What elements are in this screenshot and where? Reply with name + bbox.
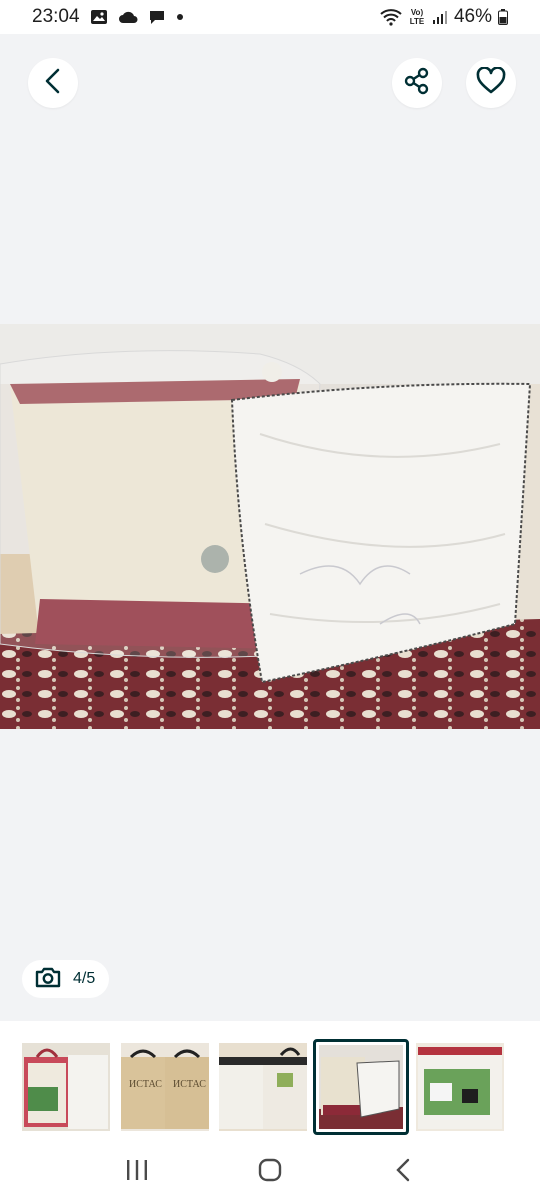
- pillows-photo-image: [0, 324, 540, 729]
- battery-percent: 46%: [453, 6, 492, 27]
- back-button[interactable]: [28, 58, 78, 108]
- heart-icon: [476, 65, 506, 100]
- thumbnail-strip: ИСТАС ИСТАС: [0, 1021, 540, 1141]
- thumbnail-image: [219, 1043, 307, 1131]
- cloud-icon: [118, 10, 138, 24]
- thumbnail-image: [319, 1045, 403, 1129]
- home-button[interactable]: [240, 1148, 300, 1198]
- favorite-button[interactable]: [466, 58, 516, 108]
- more-notifications-dot-icon: [176, 13, 184, 21]
- photo-counter: 4/5: [22, 960, 109, 998]
- thumbnail-2-label-left: ИСТАС: [129, 1079, 162, 1090]
- system-navigation-bar: [0, 1141, 540, 1204]
- status-bar: 23:04 Vo) LTE 46%: [0, 0, 540, 34]
- listing-photo[interactable]: [0, 324, 540, 729]
- share-button[interactable]: [392, 58, 442, 108]
- back-arrow-icon: [394, 1158, 412, 1187]
- battery-icon: [498, 9, 508, 25]
- thumbnail-2[interactable]: ИСТАС ИСТАС: [121, 1043, 209, 1131]
- volte-indicator: Vo) LTE: [409, 8, 425, 26]
- status-time: 23:04: [32, 6, 80, 27]
- thumbnail-1[interactable]: [22, 1043, 110, 1131]
- home-icon: [258, 1158, 282, 1187]
- recent-apps-icon: [125, 1159, 149, 1186]
- wifi-icon: [380, 8, 402, 26]
- share-icon: [403, 67, 431, 100]
- image-viewer[interactable]: 4/5: [0, 34, 540, 1021]
- camera-icon: [35, 966, 61, 993]
- thumbnail-2-label-right: ИСТАС: [173, 1079, 206, 1090]
- thumbnail-image: [416, 1043, 504, 1131]
- chevron-left-icon: [42, 67, 64, 100]
- thumbnail-4[interactable]: [313, 1039, 409, 1135]
- chat-notification-icon: [148, 9, 166, 25]
- system-back-button[interactable]: [373, 1148, 433, 1198]
- gallery-notification-icon: [90, 9, 108, 25]
- thumbnail-image: ИСТАС ИСТАС: [121, 1043, 209, 1131]
- thumbnail-5[interactable]: [416, 1043, 504, 1131]
- thumbnail-3[interactable]: [219, 1043, 307, 1131]
- signal-strength-icon: [432, 9, 448, 25]
- recent-apps-button[interactable]: [107, 1148, 167, 1198]
- photo-counter-text: 4/5: [73, 970, 96, 987]
- thumbnail-image: [22, 1043, 110, 1131]
